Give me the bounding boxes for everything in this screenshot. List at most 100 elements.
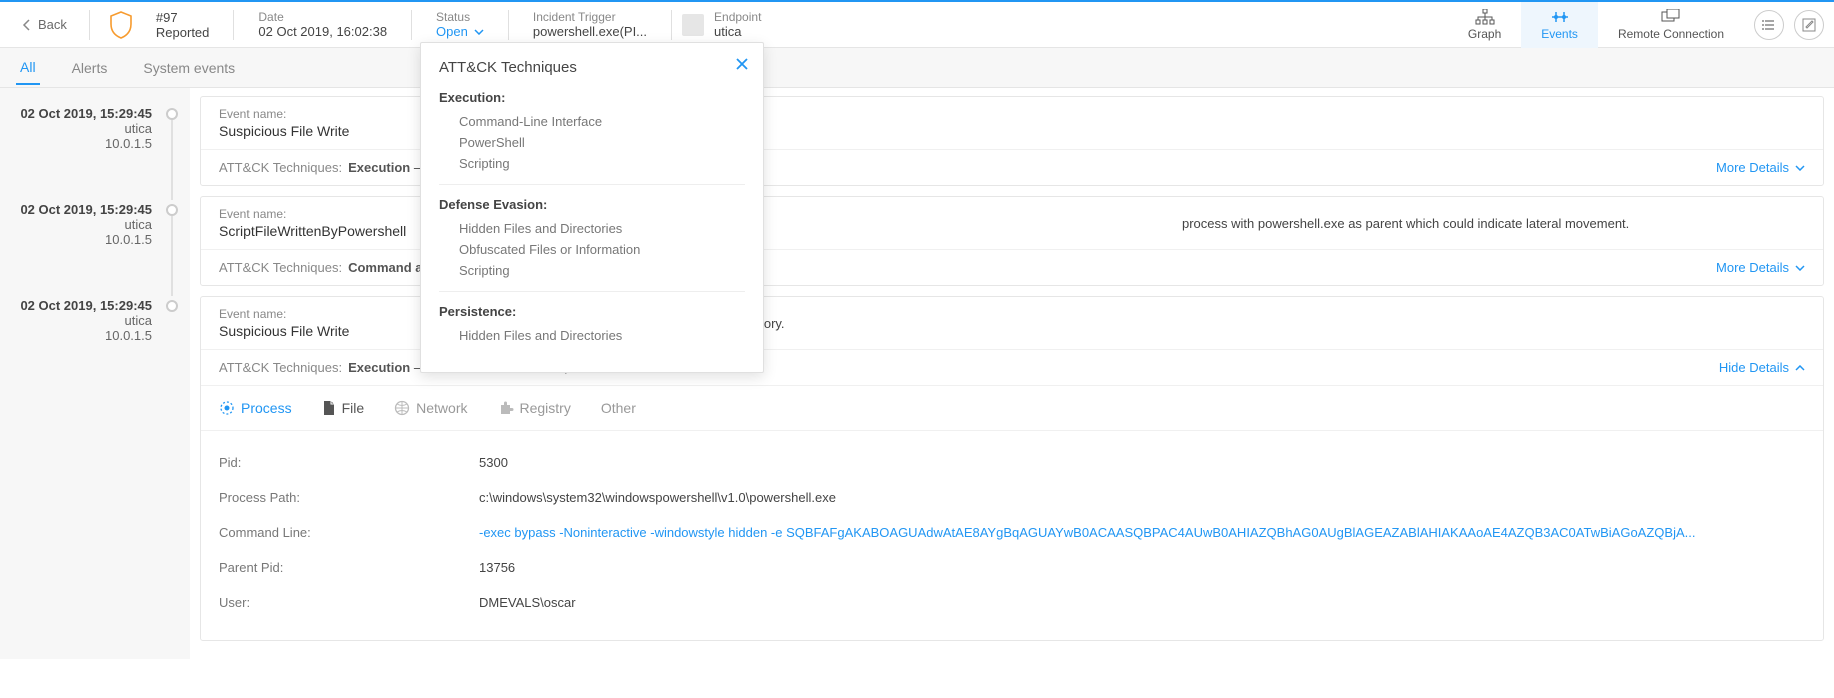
pid-value: 5300 <box>479 455 1805 470</box>
timeline-dot-icon <box>166 108 178 120</box>
nav-tabs: Graph Events Remote Connection <box>1448 2 1744 48</box>
timeline-line <box>171 120 173 200</box>
chevron-down-icon <box>1795 165 1805 171</box>
endpoint-value[interactable]: utica <box>714 24 761 39</box>
divider <box>411 10 412 40</box>
timeline-entry[interactable]: 02 Oct 2019, 15:29:45 utica 10.0.1.5 <box>0 288 190 384</box>
kv-row: Process Path: c:\windows\system32\window… <box>219 480 1805 515</box>
tab-registry[interactable]: Registry <box>498 400 571 416</box>
tab-other[interactable]: Other <box>601 400 636 416</box>
attck-category: Execution <box>348 160 410 175</box>
tab-network[interactable]: Network <box>394 400 467 416</box>
popover-item: PowerShell <box>439 132 745 153</box>
attck-techniques-label: ATT&CK Techniques: <box>219 360 342 375</box>
chevron-down-icon <box>474 29 484 35</box>
divider <box>671 10 672 40</box>
more-details-link[interactable]: More Details <box>1716 160 1805 175</box>
parent-pid-label: Parent Pid: <box>219 560 479 575</box>
timeline-entry[interactable]: 02 Oct 2019, 15:29:45 utica 10.0.1.5 <box>0 96 190 192</box>
more-details-label: More Details <box>1716 160 1789 175</box>
back-label: Back <box>38 17 67 32</box>
popover-item: Scripting <box>439 153 745 174</box>
process-path-label: Process Path: <box>219 490 479 505</box>
detail-tabs: Process File Network Registry Other <box>201 385 1823 430</box>
globe-icon <box>394 400 410 416</box>
status-dropdown[interactable]: Open <box>436 24 484 39</box>
process-path-value: c:\windows\system32\windowspowershell\v1… <box>479 490 1805 505</box>
popover-section-head: Execution: <box>439 90 745 105</box>
popover-section-head: Persistence: <box>439 304 745 319</box>
kv-row: Command Line: -exec bypass -Noninteracti… <box>219 515 1805 550</box>
tab-events-label: Events <box>1541 27 1578 41</box>
close-button[interactable] <box>735 55 749 76</box>
subtab-system[interactable]: System events <box>139 52 239 84</box>
tab-process-label: Process <box>241 400 292 416</box>
timeline-dot-icon <box>166 204 178 216</box>
back-button[interactable]: Back <box>10 17 79 32</box>
parent-pid-value: 13756 <box>479 560 1805 575</box>
date-label: Date <box>258 10 387 24</box>
timeline-dot-icon <box>166 300 178 312</box>
timeline-ip: 10.0.1.5 <box>10 136 152 151</box>
body: 02 Oct 2019, 15:29:45 utica 10.0.1.5 02 … <box>0 88 1834 659</box>
popover-item: Hidden Files and Directories <box>439 325 745 346</box>
popover-item: Scripting <box>439 260 745 281</box>
popover-title: ATT&CK Techniques <box>439 59 745 76</box>
endpoint-label: Endpoint <box>714 10 761 24</box>
remote-icon <box>1661 9 1681 25</box>
popover-item: Command-Line Interface <box>439 111 745 132</box>
popover-section: Defense Evasion: Hidden Files and Direct… <box>439 197 745 292</box>
kv-row: User: DMEVALS\oscar <box>219 585 1805 620</box>
trigger-label: Incident Trigger <box>533 10 647 24</box>
endpoint-block: Endpoint utica <box>682 10 765 39</box>
timeline-host: utica <box>10 217 152 232</box>
divider <box>508 10 509 40</box>
hide-details-label: Hide Details <box>1719 360 1789 375</box>
command-line-label: Command Line: <box>219 525 479 540</box>
attck-techniques-label: ATT&CK Techniques: <box>219 260 342 275</box>
more-details-link[interactable]: More Details <box>1716 260 1805 275</box>
list-view-button[interactable] <box>1754 10 1784 40</box>
chevron-up-icon <box>1795 365 1805 371</box>
process-details: Pid: 5300 Process Path: c:\windows\syste… <box>201 430 1823 640</box>
pid-label: Pid: <box>219 455 479 470</box>
timeline-date: 02 Oct 2019, 15:29:45 <box>10 298 152 313</box>
header: Back #97 Reported Date 02 Oct 2019, 16:0… <box>0 2 1834 48</box>
graph-icon <box>1475 9 1495 25</box>
timeline-date: 02 Oct 2019, 15:29:45 <box>10 202 152 217</box>
trigger-value[interactable]: powershell.exe(PI... <box>533 24 647 39</box>
popover-section: Execution: Command-Line Interface PowerS… <box>439 90 745 185</box>
hide-details-link[interactable]: Hide Details <box>1719 360 1805 375</box>
popover-item: Obfuscated Files or Information <box>439 239 745 260</box>
command-line-value[interactable]: -exec bypass -Noninteractive -windowstyl… <box>479 525 1805 540</box>
trigger-block: Incident Trigger powershell.exe(PI... <box>519 10 661 39</box>
page-wrap: Back #97 Reported Date 02 Oct 2019, 16:0… <box>0 2 1834 659</box>
tab-file[interactable]: File <box>322 400 365 416</box>
subtab-all[interactable]: All <box>16 51 40 85</box>
timeline-ip: 10.0.1.5 <box>10 328 152 343</box>
timeline-line <box>171 216 173 296</box>
kv-row: Pid: 5300 <box>219 445 1805 480</box>
popover-item: Hidden Files and Directories <box>439 218 745 239</box>
edit-button[interactable] <box>1794 10 1824 40</box>
events-icon <box>1550 9 1570 25</box>
chevron-down-icon <box>1795 265 1805 271</box>
timeline-date: 02 Oct 2019, 15:29:45 <box>10 106 152 121</box>
subtab-alerts[interactable]: Alerts <box>68 52 112 84</box>
tab-graph-label: Graph <box>1468 27 1501 41</box>
list-icon <box>1762 19 1776 31</box>
timeline-ip: 10.0.1.5 <box>10 232 152 247</box>
tab-graph[interactable]: Graph <box>1448 2 1521 48</box>
kv-row: Parent Pid: 13756 <box>219 550 1805 585</box>
tab-events[interactable]: Events <box>1521 2 1598 48</box>
chevron-left-icon <box>22 18 32 32</box>
date-block: Date 02 Oct 2019, 16:02:38 <box>244 10 401 39</box>
attck-techniques-label: ATT&CK Techniques: <box>219 160 342 175</box>
user-value: DMEVALS\oscar <box>479 595 1805 610</box>
timeline-entry[interactable]: 02 Oct 2019, 15:29:45 utica 10.0.1.5 <box>0 192 190 288</box>
shield-icon <box>100 10 142 40</box>
tab-process[interactable]: Process <box>219 400 292 416</box>
edit-icon <box>1802 18 1816 32</box>
tab-remote[interactable]: Remote Connection <box>1598 2 1744 48</box>
incident-block: #97 Reported <box>142 10 223 40</box>
